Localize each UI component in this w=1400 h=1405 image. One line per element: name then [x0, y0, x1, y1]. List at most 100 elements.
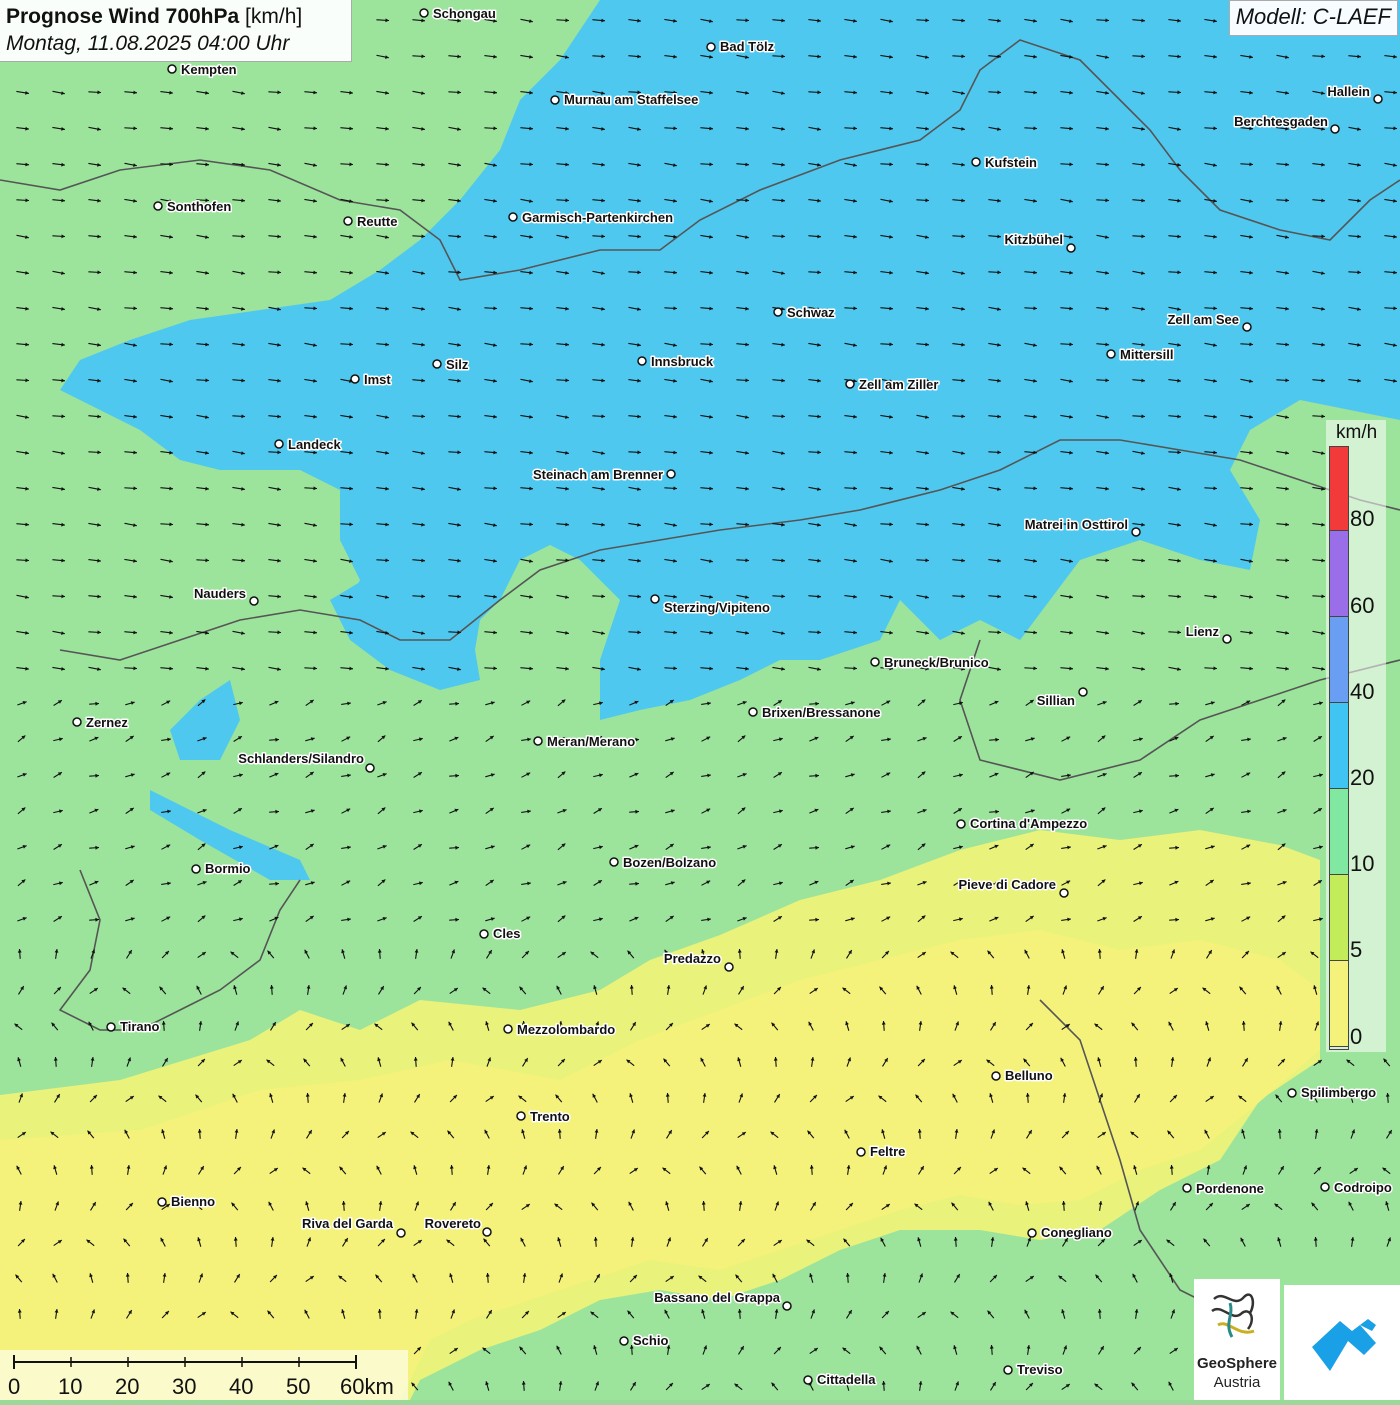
city-marker[interactable] — [991, 1071, 1001, 1081]
city-marker[interactable] — [1003, 1365, 1013, 1375]
city-marker[interactable] — [350, 374, 360, 384]
scale-label: 0 — [8, 1374, 21, 1399]
city-label: Spilimbergo — [1301, 1085, 1376, 1100]
geosphere-emblem-icon — [1211, 1293, 1255, 1338]
city-label: Sterzing/Vipiteno — [664, 600, 770, 615]
city-marker[interactable] — [249, 596, 259, 606]
legend-tick: 5 — [1350, 937, 1363, 962]
city-label: Bassano del Grappa — [654, 1290, 780, 1305]
city-marker[interactable] — [479, 929, 489, 939]
city-marker[interactable] — [1078, 687, 1088, 697]
city-label: Imst — [364, 372, 391, 387]
city-label: Bienno — [171, 1194, 215, 1209]
city-marker[interactable] — [609, 857, 619, 867]
city-marker[interactable] — [1131, 527, 1141, 537]
legend-tick: 20 — [1350, 765, 1375, 790]
legend-tick: 80 — [1350, 506, 1375, 531]
city-marker[interactable] — [748, 707, 758, 717]
city-label: Riva del Garda — [302, 1216, 394, 1231]
city-marker[interactable] — [856, 1147, 866, 1157]
city-marker[interactable] — [72, 717, 82, 727]
wind-map[interactable]: Schongau Bad Tölz Kempten Murnau am Staffel… — [0, 0, 1400, 1400]
city-label: Feltre — [870, 1144, 905, 1159]
city-marker[interactable] — [365, 763, 375, 773]
legend-tick: 0 — [1350, 1024, 1363, 1049]
city-marker[interactable] — [274, 439, 284, 449]
city-marker[interactable] — [157, 1197, 167, 1207]
city-label: Mezzolombardo — [517, 1022, 615, 1037]
city-label: Garmisch-Partenkirchen — [522, 210, 673, 225]
legend-band — [1330, 875, 1348, 961]
city-marker[interactable] — [550, 95, 560, 105]
city-marker[interactable] — [1287, 1088, 1297, 1098]
city-marker[interactable] — [637, 356, 647, 366]
city-marker[interactable] — [870, 657, 880, 667]
city-marker[interactable] — [419, 8, 429, 18]
geosphere-logo-line2: Austria — [1213, 1374, 1261, 1391]
city-marker[interactable] — [106, 1022, 116, 1032]
city-label: Matrei in Osttirol — [1025, 517, 1128, 532]
geosphere-logo-line1: GeoSphere — [1196, 1355, 1278, 1372]
legend-bar — [1329, 446, 1349, 1050]
city-marker[interactable] — [1066, 243, 1076, 253]
city-label: Kufstein — [985, 155, 1037, 170]
city-marker[interactable] — [803, 1375, 813, 1385]
city-marker[interactable] — [1373, 94, 1383, 104]
city-marker[interactable] — [1320, 1182, 1330, 1192]
app-logo[interactable] — [1284, 1285, 1400, 1400]
city-label: Nauders — [194, 586, 246, 601]
city-label: Pieve di Cadore — [958, 877, 1056, 892]
city-marker[interactable] — [782, 1301, 792, 1311]
legend-band — [1330, 447, 1348, 531]
city-marker[interactable] — [619, 1336, 629, 1346]
city-marker[interactable] — [482, 1227, 492, 1237]
mountain-logo-icon — [1312, 1319, 1376, 1371]
city-label: Lienz — [1186, 624, 1220, 639]
color-legend: km/h 80 60 40 20 10 5 0 — [1326, 420, 1386, 1052]
model-label: Modell: C-LAEF — [1228, 0, 1398, 36]
city-marker[interactable] — [503, 1024, 513, 1034]
city-marker[interactable] — [343, 216, 353, 226]
city-marker[interactable] — [706, 42, 716, 52]
city-marker[interactable] — [1027, 1228, 1037, 1238]
scale-bar-line — [13, 1355, 357, 1369]
city-label: Conegliano — [1041, 1225, 1112, 1240]
city-marker[interactable] — [1330, 124, 1340, 134]
city-label: Zernez — [86, 715, 128, 730]
city-marker[interactable] — [191, 864, 201, 874]
city-marker[interactable] — [516, 1111, 526, 1121]
title-unit: [km/h] — [245, 5, 303, 28]
city-marker[interactable] — [1242, 322, 1252, 332]
city-label: Cittadella — [817, 1372, 876, 1387]
city-label: Sonthofen — [167, 199, 231, 214]
city-marker[interactable] — [1059, 888, 1069, 898]
geosphere-logo[interactable]: GeoSphere Austria — [1194, 1279, 1280, 1400]
title-main: Prognose Wind 700hPa — [6, 5, 240, 28]
city-label: Innsbruck — [651, 354, 714, 369]
city-marker[interactable] — [432, 359, 442, 369]
city-marker[interactable] — [153, 201, 163, 211]
city-marker[interactable] — [666, 469, 676, 479]
city-label: Murnau am Staffelsee — [564, 92, 698, 107]
city-marker[interactable] — [533, 736, 543, 746]
scale-label: 60km — [340, 1374, 394, 1399]
city-label: Treviso — [1017, 1362, 1063, 1377]
city-marker[interactable] — [1222, 634, 1232, 644]
city-marker[interactable] — [508, 212, 518, 222]
city-marker[interactable] — [650, 594, 660, 604]
city-label: Bruneck/Brunico — [884, 655, 989, 670]
city-label: Bormio — [205, 861, 251, 876]
city-marker[interactable] — [956, 819, 966, 829]
city-label: Brixen/Bressanone — [762, 705, 881, 720]
city-marker[interactable] — [167, 64, 177, 74]
city-marker[interactable] — [396, 1228, 406, 1238]
legend-band — [1330, 789, 1348, 875]
city-marker[interactable] — [1106, 349, 1116, 359]
map-title: Prognose Wind 700hPa [km/h] Montag, 11.0… — [0, 0, 352, 62]
city-marker[interactable] — [971, 157, 981, 167]
city-label: Cortina d'Ampezzo — [970, 816, 1087, 831]
city-marker[interactable] — [845, 379, 855, 389]
city-marker[interactable] — [1182, 1183, 1192, 1193]
city-marker[interactable] — [773, 307, 783, 317]
city-marker[interactable] — [724, 962, 734, 972]
